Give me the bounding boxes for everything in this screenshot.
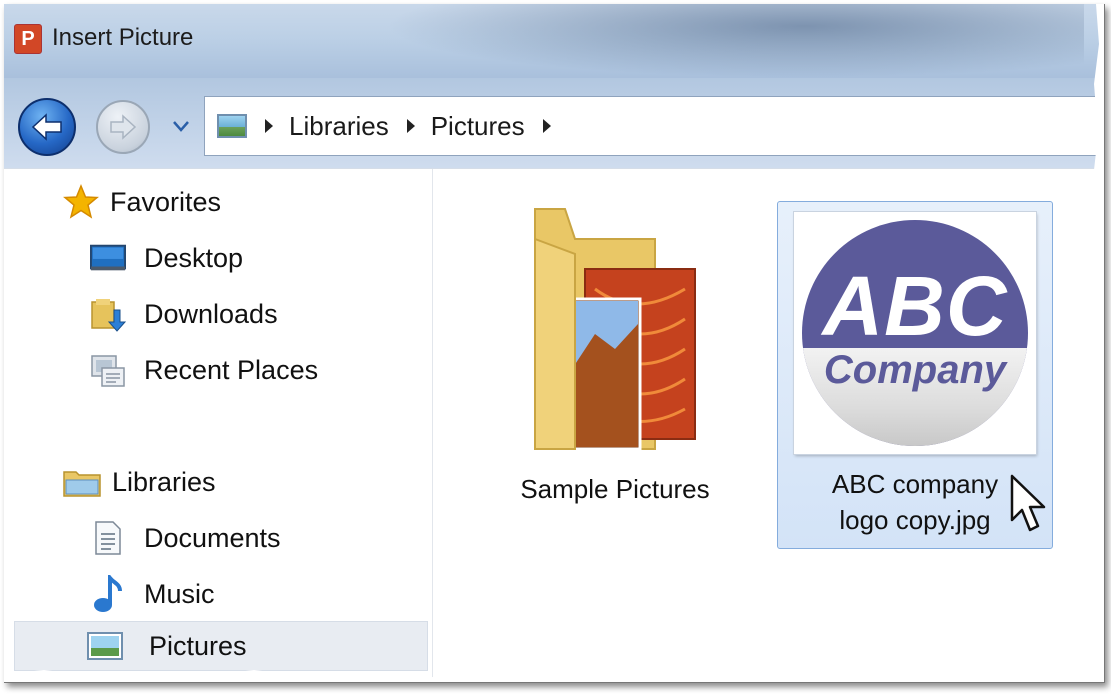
powerpoint-app-icon: P xyxy=(14,24,42,54)
sidebar-item-label: Favorites xyxy=(110,186,222,217)
image-thumbnail: ABC Company xyxy=(794,212,1036,454)
breadcrumb-pictures[interactable]: Pictures xyxy=(431,111,525,142)
music-icon xyxy=(90,575,126,612)
forward-button[interactable] xyxy=(96,100,150,154)
back-arrow-icon xyxy=(31,113,62,141)
file-list-pane: Sample Pictures ABC Company ABC company … xyxy=(433,169,1104,682)
breadcrumb-arrow-icon[interactable] xyxy=(265,119,273,133)
sidebar-item-desktop[interactable]: Desktop xyxy=(90,233,243,283)
sidebar-item-documents[interactable]: Documents xyxy=(90,513,281,563)
star-icon xyxy=(62,184,100,220)
address-bar[interactable]: Libraries Pictures xyxy=(204,96,1104,156)
documents-icon xyxy=(90,520,126,556)
title-bar: P Insert Picture xyxy=(4,4,1104,78)
chevron-down-icon xyxy=(173,121,189,132)
sidebar-item-music[interactable]: Music xyxy=(90,569,215,619)
desktop-icon xyxy=(90,240,126,276)
sidebar-libraries[interactable]: Libraries xyxy=(62,457,216,507)
sidebar-item-label: Downloads xyxy=(144,298,278,329)
sidebar-item-recent-places[interactable]: Recent Places xyxy=(90,345,318,395)
insert-picture-dialog: P Insert Picture Libraries Pictures Favo… xyxy=(4,4,1105,683)
navigation-pane: Favorites Desktop Downloads Recent Place… xyxy=(4,169,433,682)
sidebar-item-label: Pictures xyxy=(149,630,247,661)
folder-sample-pictures[interactable]: Sample Pictures xyxy=(495,199,735,507)
pictures-icon xyxy=(87,628,123,664)
window-title: Insert Picture xyxy=(52,24,194,51)
folder-icon xyxy=(515,199,715,459)
torn-edge-right xyxy=(1093,4,1104,682)
breadcrumb-arrow-icon[interactable] xyxy=(542,119,551,133)
navigation-bar: Libraries Pictures xyxy=(4,78,1104,168)
content-area: Favorites Desktop Downloads Recent Place… xyxy=(4,168,1104,682)
file-label: ABC company logo copy.jpg xyxy=(831,469,999,535)
recent-places-icon xyxy=(90,352,126,388)
back-button[interactable] xyxy=(18,98,76,156)
sidebar-item-downloads[interactable]: Downloads xyxy=(90,289,278,339)
mouse-cursor-icon xyxy=(1010,474,1046,532)
forward-arrow-icon xyxy=(110,114,137,140)
breadcrumb-arrow-icon[interactable] xyxy=(406,119,415,133)
abc-company-logo: ABC Company xyxy=(802,220,1028,446)
history-dropdown-button[interactable] xyxy=(170,116,192,136)
sidebar-favorites[interactable]: Favorites xyxy=(62,177,221,227)
sidebar-item-label: Recent Places xyxy=(144,354,319,385)
sidebar-item-pictures[interactable]: Pictures xyxy=(14,621,428,671)
sidebar-item-label: Desktop xyxy=(144,242,244,273)
torn-edge-bottom xyxy=(4,670,1104,682)
sidebar-item-label: Music xyxy=(144,578,215,609)
pictures-library-icon xyxy=(217,114,247,138)
file-label: Sample Pictures xyxy=(520,474,710,504)
downloads-icon xyxy=(90,296,126,332)
sidebar-item-label: Documents xyxy=(144,522,281,553)
sidebar-item-label: Libraries xyxy=(112,466,216,497)
breadcrumb-libraries[interactable]: Libraries xyxy=(289,111,389,142)
libraries-icon xyxy=(62,464,102,500)
